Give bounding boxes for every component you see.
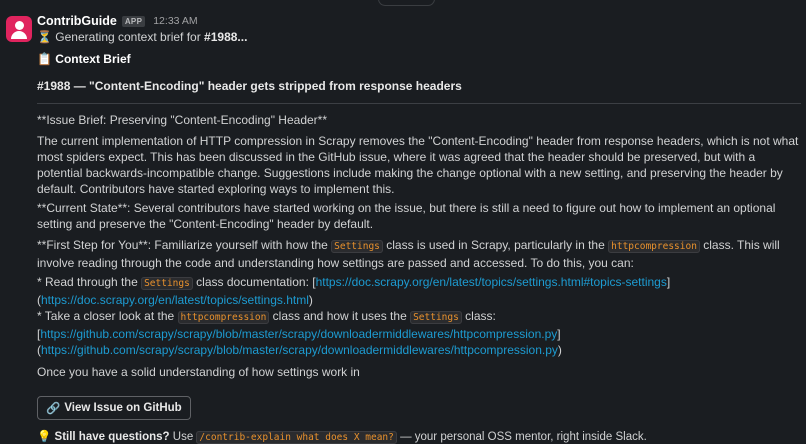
- httpcompression-source-link[interactable]: https://github.com/scrapy/scrapy/blob/ma…: [40, 327, 557, 341]
- list-item-text: * Read through the: [37, 275, 142, 289]
- footer-hint: 💡 Still have questions? Use /contrib-exp…: [37, 429, 647, 444]
- inline-code: Settings: [141, 277, 193, 290]
- inline-code: Settings: [410, 311, 462, 324]
- avatar-body-shape: [11, 31, 27, 39]
- generating-line: ⏳ Generating context brief for #1988...: [37, 30, 247, 44]
- steps-list: * Read through the Settings class docume…: [37, 274, 803, 358]
- settings-docs-link[interactable]: https://doc.scrapy.org/en/latest/topics/…: [316, 275, 667, 289]
- footer-bold: Still have questions?: [54, 431, 170, 443]
- httpcompression-source-link-alt[interactable]: https://github.com/scrapy/scrapy/blob/ma…: [41, 343, 558, 357]
- brief-title-text: Context Brief: [55, 52, 131, 66]
- timestamp[interactable]: 12:33 AM: [153, 15, 197, 27]
- list-item-text: ]: [666, 275, 671, 289]
- footer-rest: — your personal OSS mentor, right inside…: [396, 431, 647, 443]
- app-badge: APP: [121, 15, 146, 27]
- list-item: [https://github.com/scrapy/scrapy/blob/m…: [37, 327, 561, 341]
- list-item-text: * Take a closer look at the: [37, 309, 178, 323]
- avatar-head-shape: [14, 21, 24, 30]
- closing-paragraph: Once you have a solid understanding of h…: [37, 365, 360, 379]
- brief-title: 📋 Context Brief: [37, 52, 131, 66]
- list-item: * Take a closer look at the httpcompress…: [37, 308, 803, 326]
- divider: [37, 103, 801, 104]
- current-state-paragraph: **Current State**: Several contributors …: [37, 201, 776, 231]
- message-header: ContribGuide APP 12:33 AM: [37, 13, 802, 29]
- command-code: /contrib-explain what does X mean?: [196, 431, 397, 444]
- list-item: (https://github.com/scrapy/scrapy/blob/m…: [37, 343, 562, 357]
- issue-brief-heading: **Issue Brief: Preserving "Content-Encod…: [37, 113, 328, 127]
- avatar[interactable]: [6, 16, 32, 42]
- list-item-text: class documentation: [: [192, 275, 316, 289]
- issue-title: #1988 — "Content-Encoding" header gets s…: [37, 79, 462, 93]
- clipboard-icon: 📋: [37, 52, 52, 66]
- view-issue-label: View Issue on GitHub: [64, 402, 182, 414]
- view-issue-button[interactable]: 🔗 View Issue on GitHub: [37, 396, 191, 420]
- hourglass-icon: ⏳: [37, 30, 52, 44]
- lightbulb-icon: 💡: [37, 429, 52, 443]
- list-item-text: class and how it uses the: [269, 309, 411, 323]
- list-item: * Read through the Settings class docume…: [37, 274, 803, 292]
- generating-issue: #1988...: [204, 30, 248, 44]
- inline-code: httpcompression: [177, 311, 270, 324]
- inline-code: httpcompression: [608, 240, 700, 253]
- inline-code: Settings: [331, 240, 383, 253]
- sender-name[interactable]: ContribGuide: [37, 14, 117, 28]
- list-item-text: class:: [461, 309, 496, 323]
- message: ContribGuide APP 12:33 AM ⏳ Generating c…: [37, 13, 802, 444]
- settings-docs-link-alt[interactable]: https://doc.scrapy.org/en/latest/topics/…: [41, 293, 309, 307]
- first-step-text-a: **First Step for You**: Familiarize your…: [37, 238, 332, 252]
- footer-use: Use: [169, 431, 197, 443]
- generating-text: Generating context brief for: [55, 30, 205, 44]
- scroll-indicator: [378, 0, 435, 6]
- list-item: (https://doc.scrapy.org/en/latest/topics…: [37, 293, 313, 307]
- link-icon: 🔗: [46, 401, 61, 415]
- first-step-paragraph: **First Step for You**: Familiarize your…: [37, 237, 803, 271]
- issue-summary-paragraph: The current implementation of HTTP compr…: [37, 134, 799, 196]
- first-step-text-b: class is used in Scrapy, particularly in…: [382, 238, 609, 252]
